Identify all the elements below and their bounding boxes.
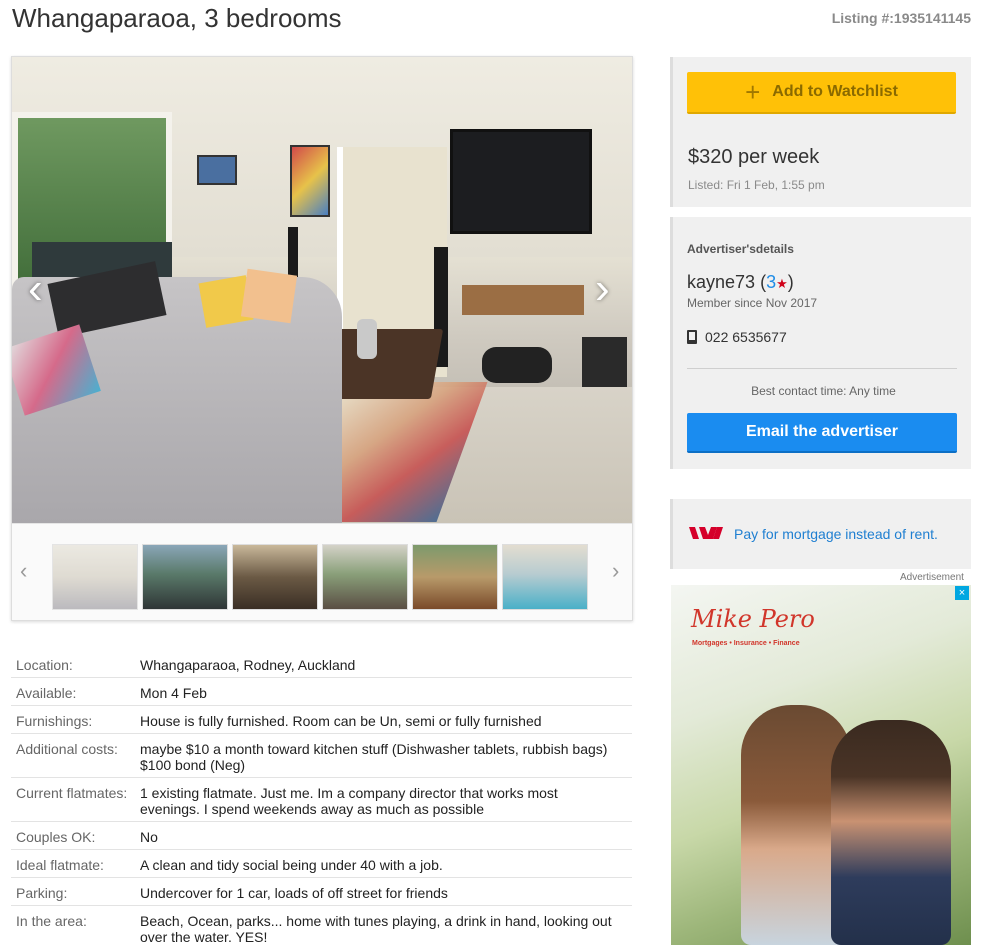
advertiser-username[interactable]: kayne73 bbox=[687, 272, 755, 292]
listed-date: Listed: Fri 1 Feb, 1:55 pm bbox=[688, 178, 825, 192]
detail-row-furnishings: Furnishings: House is fully furnished. R… bbox=[11, 706, 632, 734]
detail-row-ideal-flatmate: Ideal flatmate: A clean and tidy social … bbox=[11, 850, 632, 878]
listing-number: Listing #:1935141145 bbox=[831, 10, 971, 26]
page-title: Whangaparaoa, 3 bedrooms bbox=[12, 3, 342, 33]
listing-details-table: Location: Whangaparaoa, Rodney, Auckland… bbox=[11, 650, 632, 945]
detail-label: Available: bbox=[16, 685, 77, 701]
ad-close-icon[interactable]: × bbox=[955, 586, 969, 600]
mortgage-promo-panel: Pay for mortgage instead of rent. bbox=[670, 499, 971, 569]
thumbnail-3[interactable] bbox=[232, 544, 318, 610]
detail-label: In the area: bbox=[16, 913, 87, 929]
detail-value: Undercover for 1 car, loads of off stree… bbox=[140, 885, 448, 901]
detail-label: Location: bbox=[16, 657, 73, 673]
mortgage-link[interactable]: Pay for mortgage instead of rent. bbox=[734, 526, 938, 542]
feedback-rating[interactable]: 3 bbox=[766, 272, 776, 292]
feedback-star-icon: ★ bbox=[776, 276, 788, 291]
thumbnail-2[interactable] bbox=[142, 544, 228, 610]
detail-row-in-the-area: In the area: Beach, Ocean, parks... home… bbox=[11, 906, 632, 945]
detail-value: maybe $10 a month toward kitchen stuff (… bbox=[140, 741, 608, 773]
detail-label: Ideal flatmate: bbox=[16, 857, 104, 873]
ad-tagline: Mortgages • Insurance • Finance bbox=[692, 640, 800, 647]
rating-open-paren: ( bbox=[755, 272, 767, 292]
advertisement-label: Advertisement bbox=[900, 572, 964, 583]
westpac-logo-icon bbox=[689, 527, 723, 539]
thumbnail-4[interactable] bbox=[322, 544, 408, 610]
thumbnail-1[interactable] bbox=[52, 544, 138, 610]
price-panel: + Add to Watchlist $320 per week Listed:… bbox=[670, 57, 971, 207]
photo-gallery: ‹ › ‹ › bbox=[11, 56, 633, 621]
detail-label: Current flatmates: bbox=[16, 785, 128, 801]
phone-number: 022 6535677 bbox=[705, 329, 787, 345]
detail-label: Couples OK: bbox=[16, 829, 96, 845]
member-since: Member since Nov 2017 bbox=[687, 296, 818, 310]
detail-row-parking: Parking: Undercover for 1 car, loads of … bbox=[11, 878, 632, 906]
detail-row-location: Location: Whangaparaoa, Rodney, Auckland bbox=[11, 650, 632, 678]
thumbnail-strip: ‹ › bbox=[12, 523, 632, 620]
main-photo[interactable]: ‹ › bbox=[12, 57, 632, 523]
detail-value: Beach, Ocean, parks... home with tunes p… bbox=[140, 913, 612, 945]
email-advertiser-button[interactable]: Email the advertiser bbox=[687, 413, 957, 453]
rent-price: $320 per week bbox=[688, 146, 820, 168]
advertiser-phone[interactable]: 022 6535677 bbox=[687, 329, 787, 345]
best-contact-time: Best contact time: Any time bbox=[751, 384, 896, 398]
detail-row-additional-costs: Additional costs: maybe $10 a month towa… bbox=[11, 734, 632, 778]
advertiser-panel: Advertiser'sdetails kayne73 (3★) Member … bbox=[670, 217, 971, 469]
detail-label: Additional costs: bbox=[16, 741, 118, 757]
thumbnail-6[interactable] bbox=[502, 544, 588, 610]
detail-label: Furnishings: bbox=[16, 713, 93, 729]
ad-photo-man bbox=[831, 720, 951, 945]
detail-value: A clean and tidy social being under 40 w… bbox=[140, 857, 443, 873]
next-photo-arrow[interactable]: › bbox=[595, 267, 610, 311]
detail-row-available: Available: Mon 4 Feb bbox=[11, 678, 632, 706]
detail-row-current-flatmates: Current flatmates: 1 existing flatmate. … bbox=[11, 778, 632, 822]
detail-row-couples-ok: Couples OK: No bbox=[11, 822, 632, 850]
detail-value: Whangaparaoa, Rodney, Auckland bbox=[140, 657, 356, 673]
detail-value: No bbox=[140, 829, 158, 845]
add-to-watchlist-button[interactable]: + Add to Watchlist bbox=[687, 72, 956, 114]
thumbnail-5[interactable] bbox=[412, 544, 498, 610]
thumbnails-next-arrow[interactable]: › bbox=[612, 558, 619, 584]
advertiser-heading: Advertiser'sdetails bbox=[687, 242, 794, 256]
detail-value: 1 existing flatmate. Just me. Im a compa… bbox=[140, 785, 558, 817]
advertisement-banner[interactable]: × Mike Pero Mortgages • Insurance • Fina… bbox=[671, 585, 971, 945]
divider bbox=[687, 368, 957, 369]
detail-label: Parking: bbox=[16, 885, 68, 901]
detail-value: House is fully furnished. Room can be Un… bbox=[140, 713, 542, 729]
advertiser-name: kayne73 (3★) bbox=[687, 272, 794, 293]
plus-icon: + bbox=[745, 77, 761, 107]
thumbnails-prev-arrow[interactable]: ‹ bbox=[20, 558, 27, 584]
detail-value: Mon 4 Feb bbox=[140, 685, 207, 701]
mobile-phone-icon bbox=[687, 330, 697, 344]
ad-brand-logo: Mike Pero bbox=[691, 605, 815, 633]
rating-close-paren: ) bbox=[787, 272, 794, 292]
previous-photo-arrow[interactable]: ‹ bbox=[28, 267, 43, 311]
watchlist-label: Add to Watchlist bbox=[772, 83, 898, 100]
